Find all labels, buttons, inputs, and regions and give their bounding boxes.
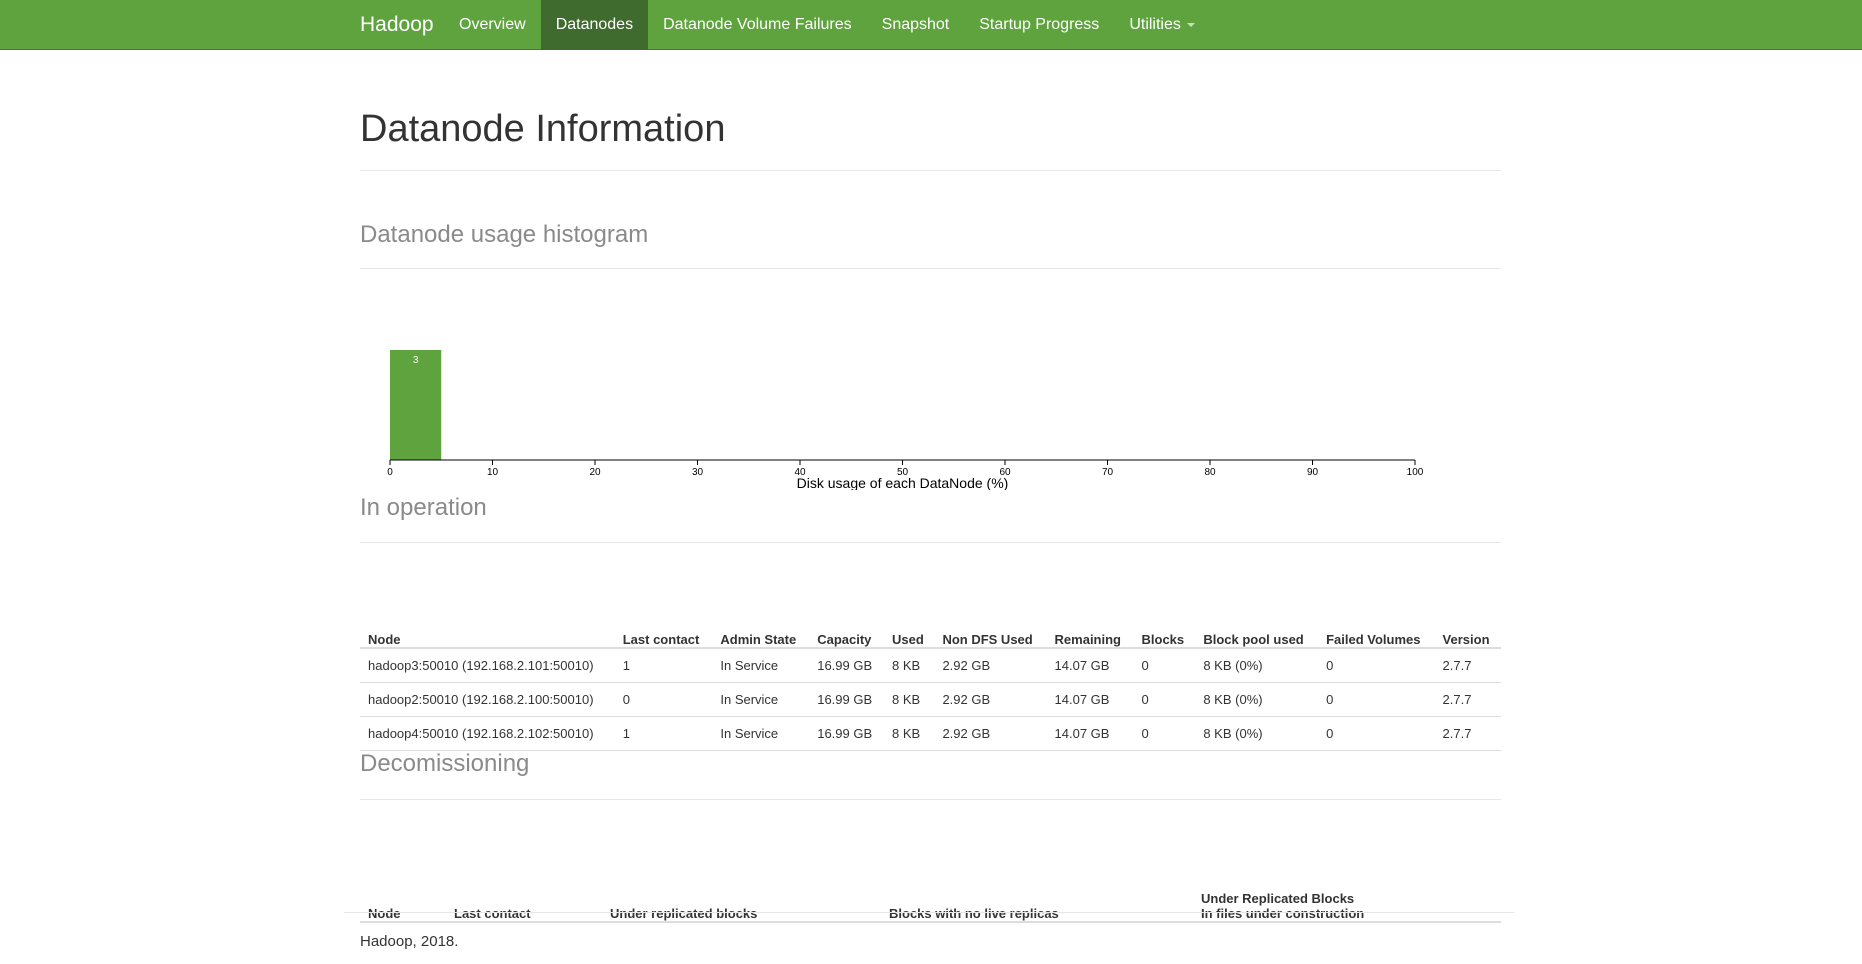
x-axis-label: Disk usage of each DataNode (%) bbox=[797, 475, 1009, 490]
cell-version: 2.7.7 bbox=[1434, 648, 1501, 683]
cell-capacity: 16.99 GB bbox=[809, 682, 885, 717]
cell-version: 2.7.7 bbox=[1434, 716, 1501, 751]
col-node[interactable]: Node bbox=[360, 874, 446, 923]
cell-remaining: 14.07 GB bbox=[1046, 716, 1134, 751]
cell-last-contact: 1 bbox=[614, 716, 713, 751]
divider bbox=[360, 170, 1501, 171]
decommissioning-table: Node Last contact Under replicated block… bbox=[360, 874, 1501, 923]
cell-node: hadoop3:50010 (192.168.2.101:50010) bbox=[360, 648, 615, 683]
nav-utilities-label: Utilities bbox=[1129, 16, 1181, 33]
col-version[interactable]: Version bbox=[1434, 614, 1501, 649]
col-non-dfs-used[interactable]: Non DFS Used bbox=[934, 614, 1047, 649]
col-remaining[interactable]: Remaining bbox=[1046, 614, 1134, 649]
cell-capacity: 16.99 GB bbox=[809, 648, 885, 683]
table-row: hadoop2:50010 (192.168.2.100:50010) 0 In… bbox=[360, 682, 1501, 717]
cell-last-contact: 0 bbox=[614, 682, 713, 717]
usage-histogram: 30 10 20 30 40 50 60 70 80 90 100Disk usage of eac… bbox=[387, 350, 1424, 490]
x-tick-label: 100 bbox=[1407, 467, 1424, 478]
cell-non-dfs-used: 2.92 GB bbox=[934, 648, 1047, 683]
cell-block-pool-used: 8 KB (0%) bbox=[1195, 648, 1319, 683]
table-row: hadoop4:50010 (192.168.2.102:50010) 1 In… bbox=[360, 716, 1501, 751]
table-row: hadoop3:50010 (192.168.2.101:50010) 1 In… bbox=[360, 648, 1501, 683]
col-under-replicated-in-construction[interactable]: Under Replicated Blocks In files under co… bbox=[1193, 874, 1501, 923]
cell-non-dfs-used: 2.92 GB bbox=[934, 716, 1047, 751]
col-capacity[interactable]: Capacity bbox=[809, 614, 885, 649]
cell-non-dfs-used: 2.92 GB bbox=[934, 682, 1047, 717]
cell-blocks: 0 bbox=[1133, 648, 1196, 683]
col-block-pool-used[interactable]: Block pool used bbox=[1195, 614, 1319, 649]
cell-node: hadoop2:50010 (192.168.2.100:50010) bbox=[360, 682, 615, 717]
x-tick-label: 90 bbox=[1307, 467, 1319, 478]
footer-divider bbox=[344, 912, 1514, 913]
col-last-contact[interactable]: Last contact bbox=[446, 874, 602, 923]
top-navbar: Hadoop Overview Datanodes Datanode Volum… bbox=[0, 0, 1862, 50]
nav-utilities-dropdown[interactable]: Utilities bbox=[1114, 0, 1210, 50]
table-header-row: Node Last contact Admin State Capacity U… bbox=[360, 614, 1501, 649]
divider bbox=[360, 268, 1501, 269]
cell-failed-volumes: 0 bbox=[1318, 716, 1435, 751]
header-line: Under Replicated Blocks bbox=[1201, 891, 1355, 906]
cell-failed-volumes: 0 bbox=[1318, 648, 1435, 683]
cell-last-contact: 1 bbox=[614, 648, 713, 683]
x-tick-label: 10 bbox=[487, 467, 499, 478]
col-used[interactable]: Used bbox=[884, 614, 935, 649]
cell-admin-state: In Service bbox=[712, 682, 810, 717]
histogram-section-title: Datanode usage histogram bbox=[360, 221, 649, 248]
brand-link[interactable]: Hadoop bbox=[360, 0, 434, 50]
col-blocks-no-live-replicas[interactable]: Blocks with no live replicas bbox=[881, 874, 1193, 923]
cell-node: hadoop4:50010 (192.168.2.102:50010) bbox=[360, 716, 615, 751]
bar-count-label: 3 bbox=[413, 355, 419, 366]
divider bbox=[360, 799, 1501, 800]
nav-overview[interactable]: Overview bbox=[444, 0, 541, 50]
nav-menu: Overview Datanodes Datanode Volume Failu… bbox=[444, 0, 1210, 50]
col-admin-state[interactable]: Admin State bbox=[712, 614, 810, 649]
cell-admin-state: In Service bbox=[712, 716, 810, 751]
table-header-row: Node Last contact Under replicated block… bbox=[360, 874, 1501, 923]
in-operation-table: Node Last contact Admin State Capacity U… bbox=[360, 614, 1501, 751]
decommissioning-section-title: Decomissioning bbox=[360, 750, 530, 777]
cell-used: 8 KB bbox=[884, 682, 935, 717]
cell-remaining: 14.07 GB bbox=[1046, 648, 1134, 683]
cell-blocks: 0 bbox=[1133, 716, 1196, 751]
cell-admin-state: In Service bbox=[712, 648, 810, 683]
footer-text: Hadoop, 2018. bbox=[360, 933, 459, 950]
cell-used: 8 KB bbox=[884, 648, 935, 683]
in-operation-section-title: In operation bbox=[360, 494, 487, 521]
caret-down-icon bbox=[1186, 22, 1195, 27]
col-blocks[interactable]: Blocks bbox=[1133, 614, 1196, 649]
x-tick-label: 30 bbox=[692, 467, 704, 478]
histogram-bar bbox=[390, 350, 442, 460]
cell-used: 8 KB bbox=[884, 716, 935, 751]
cell-version: 2.7.7 bbox=[1434, 682, 1501, 717]
col-failed-volumes[interactable]: Failed Volumes bbox=[1318, 614, 1435, 649]
cell-block-pool-used: 8 KB (0%) bbox=[1195, 682, 1319, 717]
page-title: Datanode Information bbox=[360, 108, 726, 150]
divider bbox=[360, 542, 1501, 543]
x-tick-label: 20 bbox=[589, 467, 601, 478]
cell-remaining: 14.07 GB bbox=[1046, 682, 1134, 717]
x-tick-label: 0 bbox=[387, 467, 393, 478]
col-last-contact[interactable]: Last contact bbox=[614, 614, 713, 649]
x-tick-label: 70 bbox=[1102, 467, 1114, 478]
cell-block-pool-used: 8 KB (0%) bbox=[1195, 716, 1319, 751]
cell-failed-volumes: 0 bbox=[1318, 682, 1435, 717]
nav-startup-progress[interactable]: Startup Progress bbox=[964, 0, 1114, 50]
col-node[interactable]: Node bbox=[360, 614, 615, 649]
cell-capacity: 16.99 GB bbox=[809, 716, 885, 751]
header-line: In files under construction bbox=[1201, 906, 1365, 921]
col-under-replicated-blocks[interactable]: Under replicated blocks bbox=[602, 874, 881, 923]
nav-datanodes[interactable]: Datanodes bbox=[540, 0, 649, 50]
nav-snapshot[interactable]: Snapshot bbox=[867, 0, 965, 50]
x-tick-label: 80 bbox=[1204, 467, 1216, 478]
cell-blocks: 0 bbox=[1133, 682, 1196, 717]
nav-datanode-volume-failures[interactable]: Datanode Volume Failures bbox=[648, 0, 867, 50]
